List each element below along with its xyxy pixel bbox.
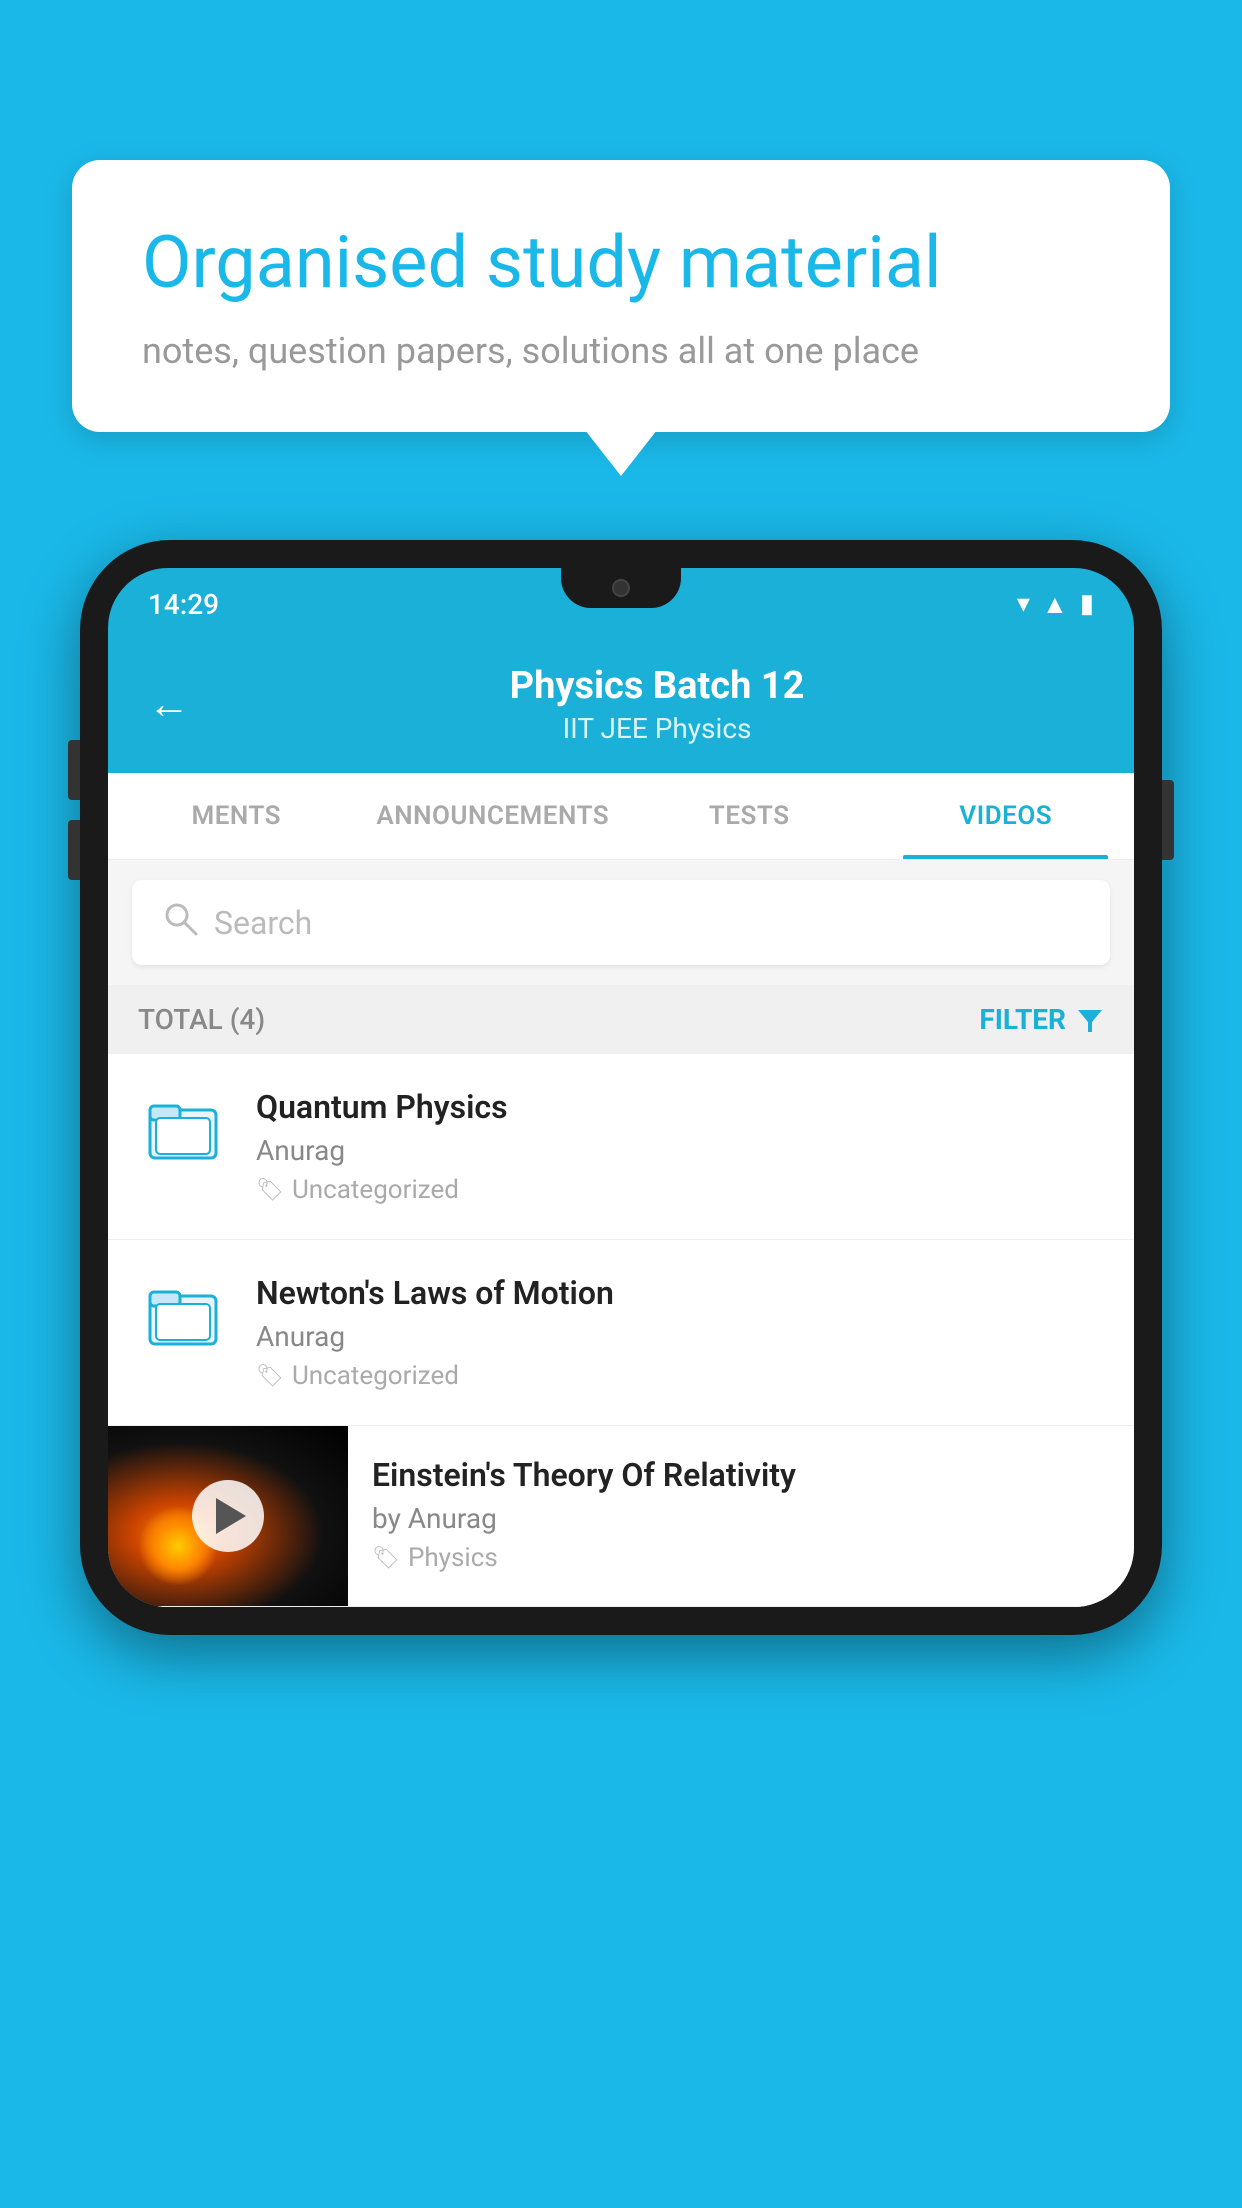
header-subtitle: IIT JEE Physics <box>220 712 1094 745</box>
status-bar: 14:29 ▾ ▲ ▮ <box>108 568 1134 640</box>
einstein-tag: 🏷 Physics <box>372 1543 1110 1573</box>
tab-announcements[interactable]: ANNOUNCEMENTS <box>365 773 622 859</box>
video-item-quantum[interactable]: Quantum Physics Anurag 🏷 Uncategorized <box>108 1054 1134 1240</box>
camera <box>612 579 630 597</box>
filter-bar: TOTAL (4) FILTER <box>108 985 1134 1054</box>
video-author-quantum: Anurag <box>256 1134 1104 1167</box>
tab-bar: MENTS ANNOUNCEMENTS TESTS VIDEOS <box>108 773 1134 860</box>
search-icon <box>162 900 198 945</box>
tag-icon-3: 🏷 <box>372 1546 400 1571</box>
video-info-newton: Newton's Laws of Motion Anurag 🏷 Uncateg… <box>256 1274 1104 1391</box>
back-button[interactable]: ← <box>148 680 190 729</box>
tag-label-3: Physics <box>408 1543 498 1573</box>
filter-label: FILTER <box>979 1003 1066 1036</box>
einstein-title: Einstein's Theory Of Relativity <box>372 1456 1110 1494</box>
filter-button[interactable]: FILTER <box>979 1003 1104 1036</box>
status-icons: ▾ ▲ ▮ <box>1017 589 1094 620</box>
video-folder-icon <box>138 1092 228 1166</box>
play-button[interactable] <box>192 1480 264 1552</box>
tag-icon: 🏷 <box>256 1178 284 1203</box>
video-item-newton[interactable]: Newton's Laws of Motion Anurag 🏷 Uncateg… <box>108 1240 1134 1426</box>
phone-screen: Search TOTAL (4) FILTER <box>108 860 1134 1607</box>
speech-bubble: Organised study material notes, question… <box>72 160 1170 432</box>
video-item-einstein[interactable]: Einstein's Theory Of Relativity by Anura… <box>108 1426 1134 1607</box>
volume-down-button[interactable] <box>68 820 80 880</box>
tab-tests[interactable]: TESTS <box>621 773 878 859</box>
tab-ments[interactable]: MENTS <box>108 773 365 859</box>
video-author-newton: Anurag <box>256 1320 1104 1353</box>
bubble-title: Organised study material <box>142 220 1100 306</box>
phone-outer: 14:29 ▾ ▲ ▮ ← Physics Batch 12 IIT JEE P… <box>80 540 1162 1635</box>
einstein-author: by Anurag <box>372 1502 1110 1535</box>
phone-container: 14:29 ▾ ▲ ▮ ← Physics Batch 12 IIT JEE P… <box>80 540 1162 2208</box>
tag-label-2: Uncategorized <box>292 1361 459 1391</box>
battery-icon: ▮ <box>1080 589 1094 619</box>
signal-icon: ▲ <box>1042 589 1068 620</box>
app-header: ← Physics Batch 12 IIT JEE Physics <box>108 640 1134 773</box>
bubble-subtitle: notes, question papers, solutions all at… <box>142 330 1100 372</box>
video-tag-newton: 🏷 Uncategorized <box>256 1361 1104 1391</box>
video-tag-quantum: 🏷 Uncategorized <box>256 1175 1104 1205</box>
video-thumbnail-einstein <box>108 1426 348 1606</box>
volume-up-button[interactable] <box>68 740 80 800</box>
video-list: Quantum Physics Anurag 🏷 Uncategorized <box>108 1054 1134 1607</box>
tag-label: Uncategorized <box>292 1175 459 1205</box>
filter-icon <box>1076 1006 1104 1034</box>
einstein-info: Einstein's Theory Of Relativity by Anura… <box>348 1426 1134 1603</box>
tab-videos[interactable]: VIDEOS <box>878 773 1135 859</box>
video-folder-icon-2 <box>138 1278 228 1352</box>
power-button[interactable] <box>1162 780 1174 860</box>
tag-icon-2: 🏷 <box>256 1364 284 1389</box>
video-title-newton: Newton's Laws of Motion <box>256 1274 1104 1312</box>
wifi-icon: ▾ <box>1017 589 1030 619</box>
total-count: TOTAL (4) <box>138 1003 265 1036</box>
search-bar[interactable]: Search <box>132 880 1110 965</box>
status-time: 14:29 <box>148 588 219 621</box>
play-triangle-icon <box>216 1498 246 1534</box>
search-input[interactable]: Search <box>214 904 312 942</box>
header-center: Physics Batch 12 IIT JEE Physics <box>220 664 1094 745</box>
video-title-quantum: Quantum Physics <box>256 1088 1104 1126</box>
header-title: Physics Batch 12 <box>220 664 1094 708</box>
notch <box>561 568 681 608</box>
video-info-quantum: Quantum Physics Anurag 🏷 Uncategorized <box>256 1088 1104 1205</box>
